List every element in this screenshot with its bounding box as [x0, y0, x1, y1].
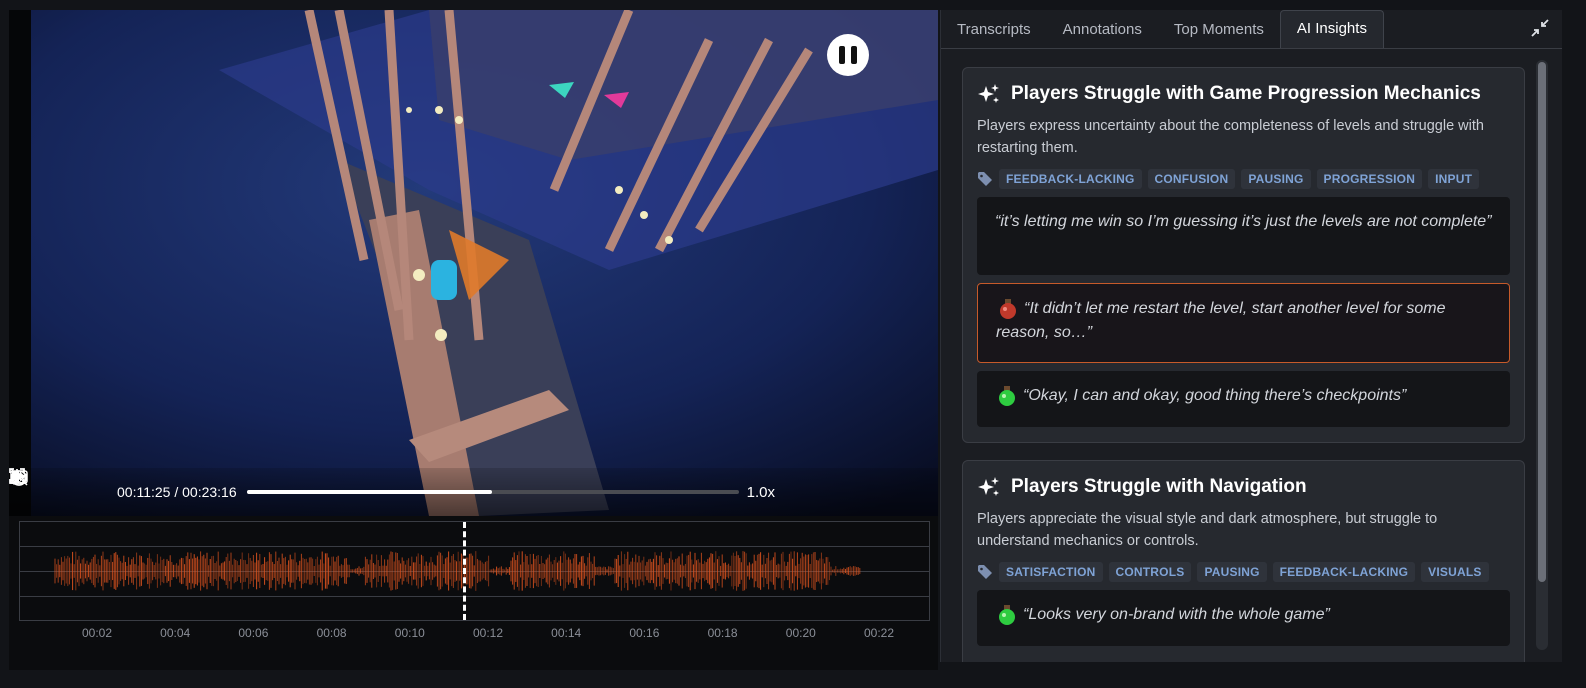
scrollbar-thumb[interactable]: [1538, 62, 1546, 582]
panel-tabs: Transcripts Annotations Top Moments AI I…: [941, 10, 1562, 49]
tab-top-moments[interactable]: Top Moments: [1158, 12, 1280, 48]
sparkle-icon: [978, 477, 999, 496]
timeline-tick-label: 00:18: [707, 626, 738, 640]
pause-icon-bar: [851, 46, 857, 64]
timeline-tick-label: 00:16: [629, 626, 660, 640]
tag-chip[interactable]: CONTROLS: [1108, 562, 1192, 582]
quote-text: “It didn’t let me restart the level, sta…: [996, 300, 1446, 342]
playback-speed[interactable]: 1.0x: [747, 484, 775, 501]
captions-off-icon[interactable]: CC: [10, 468, 837, 503]
negative-potion-icon: [1000, 299, 1016, 319]
positive-potion-icon: [999, 386, 1015, 406]
insight-tags: SATISFACTION CONTROLS PAUSING FEEDBACK-L…: [977, 562, 1489, 582]
audio-timeline[interactable]: [19, 521, 930, 621]
time-display: 00:11:25 / 00:23:16: [117, 484, 237, 500]
tab-ai-insights[interactable]: AI Insights: [1279, 10, 1384, 48]
timeline-tick-label: 00:10: [394, 626, 425, 640]
positive-potion-icon: [999, 605, 1015, 625]
tag-chip[interactable]: CONFUSION: [1147, 169, 1236, 189]
volume-icon[interactable]: [11, 470, 805, 503]
quote-text: “it’s letting me win so I’m guessing it’…: [995, 213, 1492, 230]
timeline-playhead[interactable]: [462, 522, 466, 620]
tab-transcripts[interactable]: Transcripts: [941, 12, 1047, 48]
timeline-tick-label: 00:14: [551, 626, 582, 640]
timeline-tick-label: 00:12: [472, 626, 504, 640]
tag-chip[interactable]: INPUT: [1428, 169, 1480, 189]
forward-5-icon[interactable]: 5: [11, 470, 107, 503]
insight-tags: FEEDBACK-LACKING CONFUSION PAUSING PROGR…: [977, 169, 1480, 189]
insight-description: Players appreciate the visual style and …: [977, 511, 1438, 549]
scrollbar[interactable]: [1536, 60, 1548, 650]
quote-text: “Okay, I can and okay, good thing there’…: [1023, 387, 1407, 405]
timeline-tick-label: 00:06: [238, 626, 269, 640]
progress-bar[interactable]: [246, 490, 739, 494]
tag-icon: [978, 565, 992, 579]
pause-icon: [839, 46, 845, 64]
tag-chip[interactable]: FEEDBACK-LACKING: [1272, 562, 1416, 582]
video-frame[interactable]: 5 5 00:11:25 / 00:23:16 1.0x CC: [9, 10, 938, 516]
insight-title: Players Struggle with Navigation: [977, 475, 1307, 499]
progress-fill: [246, 490, 492, 494]
play-icon[interactable]: [12, 470, 75, 503]
insights-panel: Transcripts Annotations Top Moments AI I…: [940, 10, 1562, 662]
timeline-ticks: 00:02 00:04 00:06 00:08 00:10 00:12 00:14 00:16…: [19, 626, 928, 646]
quote-item-highlighted[interactable]: “It didn’t let me restart the level, sta…: [977, 283, 1510, 363]
quote-text: “Looks very on-brand with the whole game…: [1023, 606, 1330, 624]
tag-chip[interactable]: PAUSING: [1197, 562, 1267, 582]
insight-title-text: Players Struggle with Navigation: [1011, 476, 1307, 497]
fullscreen-icon[interactable]: [9, 468, 869, 503]
quote-item[interactable]: “it’s letting me win so I’m guessing it’…: [977, 197, 1510, 275]
insights-list: Players Struggle with Game Progression M…: [941, 58, 1562, 662]
tab-annotations[interactable]: Annotations: [1047, 12, 1158, 48]
timeline-tick-label: 00:04: [160, 626, 191, 640]
tag-chip[interactable]: PROGRESSION: [1316, 169, 1423, 189]
player-controls: 5 5 00:11:25 / 00:23:16 1.0x CC: [9, 468, 938, 516]
video-panel: 5 5 00:11:25 / 00:23:16 1.0x CC: [9, 10, 938, 670]
timeline-tick-label: 00:22: [863, 626, 895, 640]
collapse-icon[interactable]: [1528, 16, 1552, 40]
audio-waveform: [54, 551, 861, 591]
insight-title: Players Struggle with Game Progression M…: [977, 82, 1481, 106]
tag-icon: [978, 172, 992, 186]
insight-description: Players express uncertainty about the co…: [977, 118, 1484, 156]
quote-item[interactable]: “Looks very on-brand with the whole game…: [977, 590, 1510, 646]
timeline-tick-label: 00:08: [316, 626, 347, 640]
download-icon[interactable]: [10, 469, 901, 503]
quote-item[interactable]: “Okay, I can and okay, good thing there’…: [977, 371, 1510, 427]
tag-chip[interactable]: VISUALS: [1421, 562, 1489, 582]
wrench-icon[interactable]: [12, 470, 933, 503]
insight-card: Players Struggle with Navigation Players…: [962, 460, 1525, 662]
pause-button[interactable]: [827, 34, 869, 76]
gameplay-scene: [9, 10, 938, 516]
tag-chip[interactable]: PAUSING: [1241, 169, 1311, 189]
insight-card: Players Struggle with Game Progression M…: [962, 67, 1525, 443]
tag-chip[interactable]: FEEDBACK-LACKING: [999, 169, 1142, 189]
timeline-tick-label: 00:20: [785, 626, 816, 640]
insight-title-text: Players Struggle with Game Progression M…: [1011, 83, 1481, 104]
timeline-tick-label: 00:02: [81, 626, 113, 640]
sparkle-icon: [978, 84, 999, 103]
tag-chip[interactable]: SATISFACTION: [999, 562, 1103, 582]
